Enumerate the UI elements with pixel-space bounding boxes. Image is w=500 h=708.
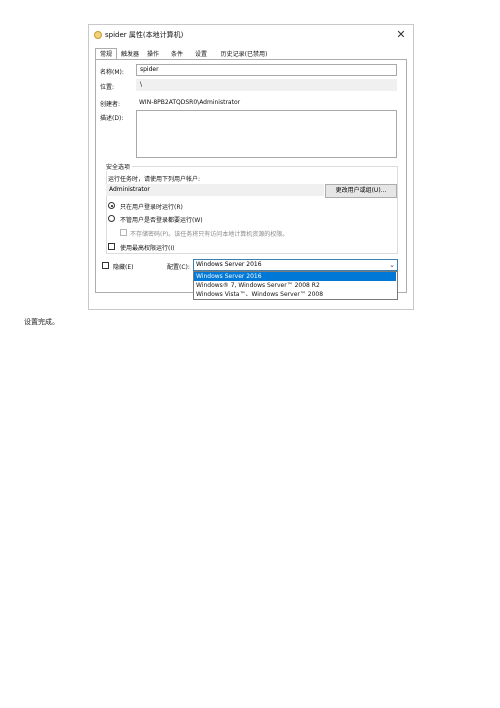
tab-actions[interactable]: 操作 <box>144 48 162 59</box>
dropdown-option-server-2016[interactable]: Windows Server 2016 <box>194 272 396 281</box>
location-label: 位置: <box>100 84 115 91</box>
tab-conditions[interactable]: 条件 <box>168 48 186 59</box>
title-bar: spider 属性(本地计算机) ✕ <box>89 25 413 47</box>
general-tab-panel: 名称(M): spider 位置: \ 创建者: WIN-8PB2ATQDSR0… <box>95 59 407 293</box>
no-store-password-label: 不存储密码(P)。该任务将只有访问本地计算机资源的权限。 <box>130 231 289 238</box>
configure-dropdown-list: Windows Server 2016 Windows® 7, Windows … <box>193 271 398 300</box>
run-as-prompt: 运行任务时，请使用下列用户帐户: <box>108 176 201 183</box>
clock-icon <box>94 31 102 39</box>
dropdown-option-win7[interactable]: Windows® 7, Windows Server™ 2008 R2 <box>194 281 396 290</box>
close-icon[interactable]: ✕ <box>394 27 408 43</box>
description-label: 描述(D): <box>100 115 124 122</box>
location-field: \ <box>136 79 397 91</box>
name-label: 名称(M): <box>100 69 124 76</box>
no-store-password-checkbox <box>120 229 127 236</box>
author-label: 创建者: <box>100 101 121 108</box>
tab-history[interactable]: 历史记录(已禁用) <box>217 48 271 59</box>
configure-select-value: Windows Server 2016 <box>196 261 262 268</box>
security-group-label: 安全选项 <box>104 162 133 171</box>
dropdown-option-vista[interactable]: Windows Vista™、Windows Server™ 2008 <box>194 290 396 299</box>
hidden-label: 隐藏(E) <box>113 264 134 271</box>
hidden-checkbox[interactable] <box>102 262 109 269</box>
dialog-title: spider 属性(本地计算机) <box>105 31 184 39</box>
caption-text: 设置完成。 <box>24 318 59 326</box>
radio-logged-on-label: 只在用户登录时运行(R) <box>120 204 183 211</box>
description-textarea[interactable] <box>136 110 397 158</box>
change-user-button[interactable]: 更改用户或组(U)... <box>325 184 397 198</box>
tab-settings[interactable]: 设置 <box>192 48 210 59</box>
author-value: WIN-8PB2ATQDSR0\Administrator <box>139 99 241 106</box>
highest-privileges-checkbox[interactable] <box>108 243 115 250</box>
radio-logged-on[interactable] <box>108 202 115 209</box>
properties-dialog-screenshot: spider 属性(本地计算机) ✕ 常规 触发器 操作 条件 设置 历史记录(… <box>88 24 414 310</box>
highest-privileges-label: 使用最高权限运行(I) <box>120 245 175 252</box>
chevron-down-icon: ⌄ <box>389 261 395 269</box>
configure-select[interactable]: Windows Server 2016 ⌄ <box>193 259 398 271</box>
user-account-field: Administrator <box>106 184 324 196</box>
tab-triggers[interactable]: 触发器 <box>118 48 142 59</box>
name-field[interactable]: spider <box>136 64 397 76</box>
radio-whether-logged-on-label: 不管用户是否登录都要运行(W) <box>120 217 203 224</box>
radio-whether-logged-on[interactable] <box>108 215 115 222</box>
configure-label: 配置(C): <box>167 264 190 271</box>
